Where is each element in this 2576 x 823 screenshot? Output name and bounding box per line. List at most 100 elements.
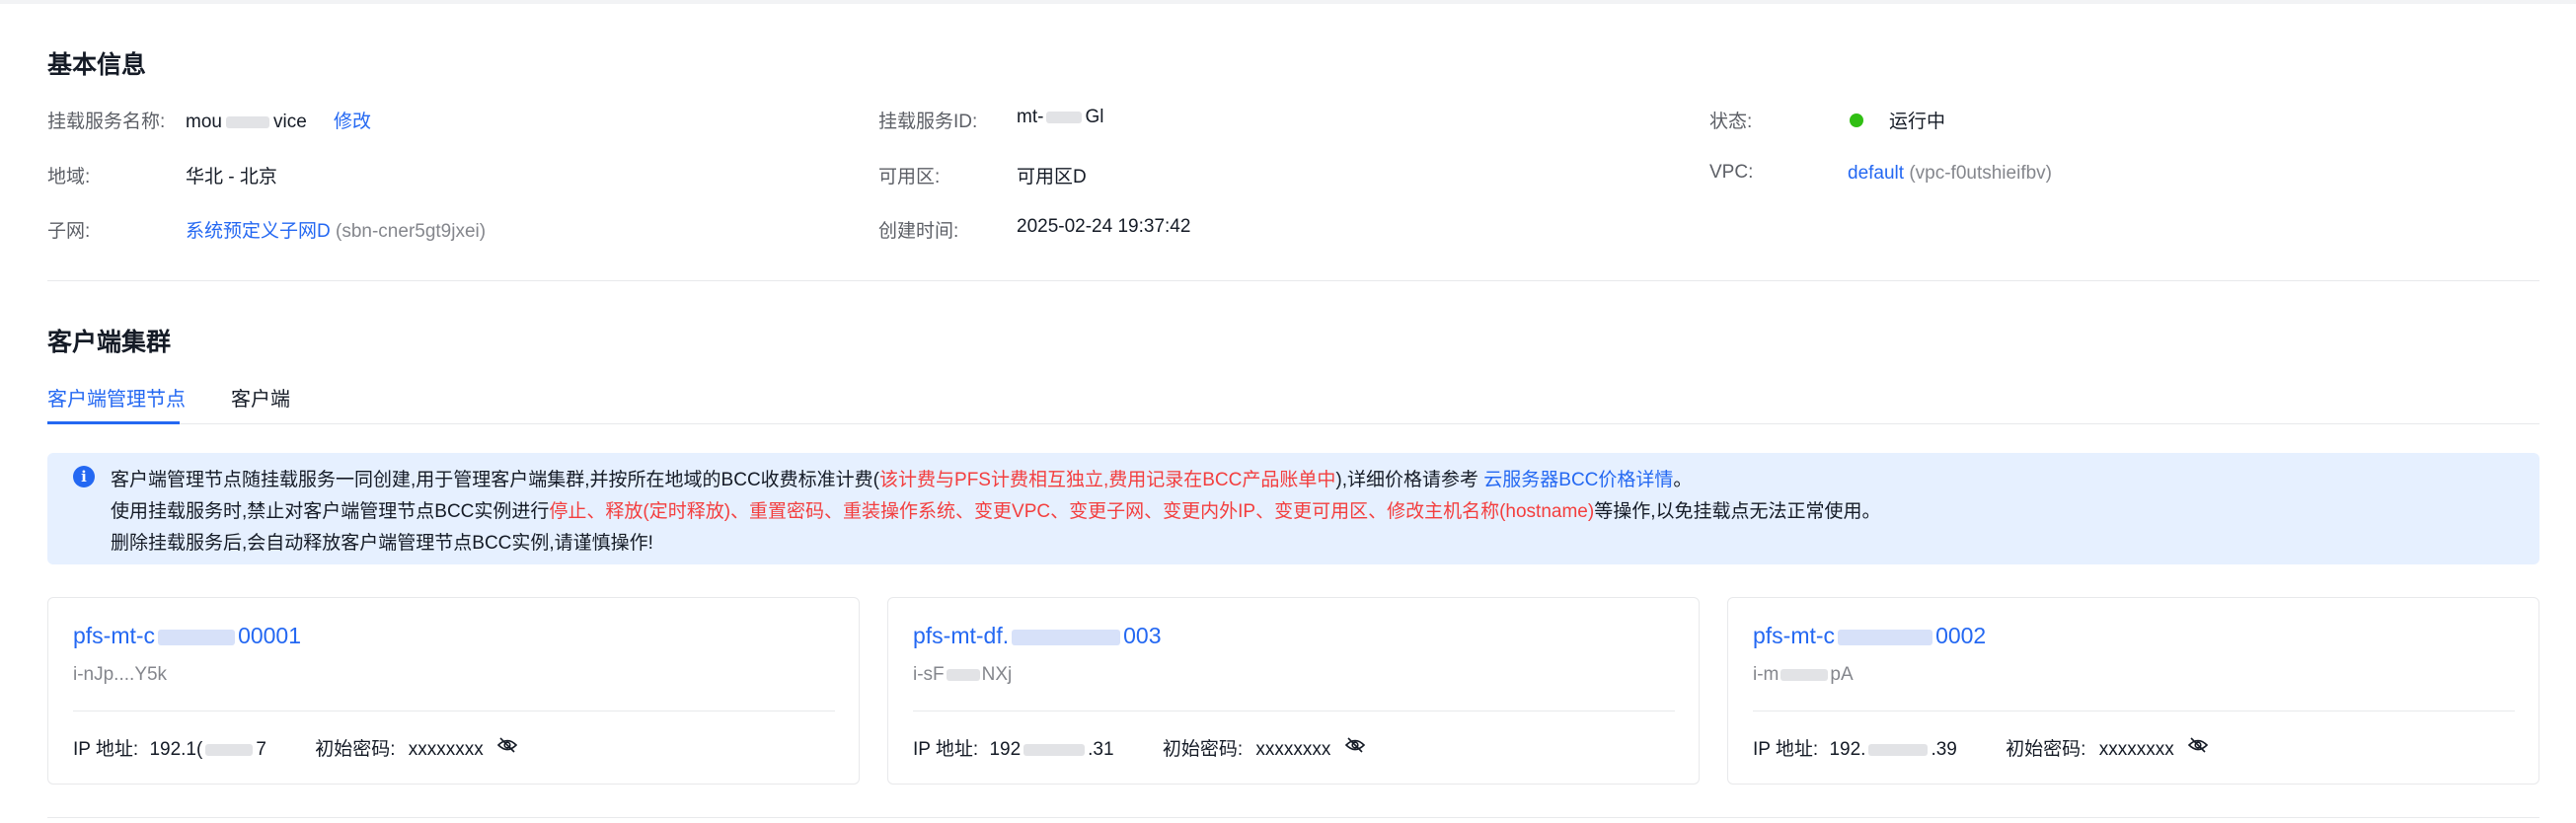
ip-part-a: 192.1(: [149, 739, 203, 760]
status-text: 运行中: [1889, 112, 1946, 132]
node-name-part-b: 00001: [238, 623, 302, 648]
instance-part-a: i-m: [1753, 664, 1780, 685]
edit-name-link[interactable]: 修改: [334, 112, 371, 132]
node-instance-id: i-sF NXj: [913, 664, 1012, 686]
password-label: 初始密码:: [315, 739, 396, 760]
status-running-dot: [1850, 112, 1863, 127]
redaction-mask: [1780, 668, 1829, 681]
tabs-bottom-border: [47, 423, 2539, 424]
instance-part-a: i-nJp....: [73, 664, 135, 685]
ip-label: IP 地址:: [913, 739, 979, 760]
password-value: xxxxxxxx: [1255, 739, 1331, 760]
mount-id-label: 挂载服务ID:: [878, 112, 978, 132]
redaction-mask: [1838, 629, 1933, 645]
info-alert: i 客户端管理节点随挂载服务一同创建,用于管理客户端集群,并按所在地域的BCC收…: [47, 453, 2539, 564]
alert-line-2-text-a: 使用挂载服务时,禁止对客户端管理节点BCC实例进行: [111, 501, 550, 522]
zone-label: 可用区:: [878, 167, 941, 187]
node-name-link[interactable]: pfs-mt-c 0002: [1753, 623, 1986, 649]
alert-line-3: 删除挂载服务后,会自动释放客户端管理节点BCC实例,请谨慎操作!: [111, 533, 653, 554]
subnet-id: (sbn-cner5gt9jxei): [336, 221, 487, 242]
top-border: [0, 0, 2576, 4]
ip-part-a: 192: [989, 739, 1022, 760]
password-value: xxxxxxxx: [408, 739, 484, 760]
mount-id-part-a: mt-: [1017, 107, 1044, 127]
subnet-label: 子网:: [47, 221, 91, 242]
alert-line-2-warning: 停止、释放(定时释放)、重置密码、重装操作系统、变更VPC、变更子网、变更内外I…: [549, 501, 1595, 522]
node-name-part-a: pfs-mt-c: [1753, 623, 1836, 648]
info-icon: i: [73, 466, 95, 487]
redaction-mask: [1012, 629, 1121, 645]
redaction-mask: [225, 115, 269, 128]
section-divider: [47, 280, 2539, 281]
redaction-mask: [946, 668, 980, 681]
zone-value: 可用区D: [1017, 167, 1087, 187]
ip-label: IP 地址:: [1753, 739, 1819, 760]
alert-line-1-text-a: 客户端管理节点随挂载服务一同创建,用于管理客户端集群,并按所在地域的BCC收费标…: [111, 470, 880, 490]
node-name-part-a: pfs-mt-df.: [913, 623, 1010, 648]
instance-part-b: NXj: [981, 664, 1013, 685]
region-label: 地域:: [47, 167, 91, 187]
bcc-price-link[interactable]: 云服务器BCC价格详情: [1483, 470, 1673, 490]
ip-part-a: 192.: [1829, 739, 1866, 760]
status-label: 状态:: [1709, 112, 1753, 132]
active-tab-indicator: [47, 421, 180, 424]
created-time-value: 2025-02-24 19:37:42: [1017, 216, 1191, 237]
redaction-mask: [1023, 743, 1086, 756]
password-value: xxxxxxxx: [2098, 739, 2174, 760]
node-card: pfs-mt-df. 003 i-sF NXj IP 地址: 192 .31 初始密码…: [887, 597, 1700, 785]
node-info-row: IP 地址: 192.1( 7 初始密码: xxxxxxxx: [73, 734, 518, 761]
instance-part-a: i-sF: [913, 664, 945, 685]
redaction-mask: [205, 743, 254, 756]
eye-off-icon[interactable]: [1344, 737, 1366, 759]
alert-line-1-warning: 该计费与PFS计费相互独立,费用记录在BCC产品账单中: [879, 470, 1336, 490]
redaction-mask: [1868, 743, 1929, 756]
alert-line-2-text-b: 等操作,以免挂载点无法正常使用。: [1594, 501, 1881, 522]
mount-id-part-b: Gl: [1085, 107, 1104, 127]
node-name-link[interactable]: pfs-mt-df. 003: [913, 623, 1162, 649]
node-name-link[interactable]: pfs-mt-c 00001: [73, 623, 301, 649]
redaction-mask: [158, 629, 236, 645]
alert-line-1-text-b: ),详细价格请参考: [1335, 470, 1484, 490]
node-name-part-b: 0002: [1935, 623, 1987, 648]
tab-client[interactable]: 客户端: [231, 383, 290, 412]
node-info-row: IP 地址: 192 .31 初始密码: xxxxxxxx: [913, 734, 1366, 761]
mount-name-value: mou vice 修改: [186, 107, 371, 133]
ip-label: IP 地址:: [73, 739, 139, 760]
vpc-link[interactable]: default: [1848, 163, 1904, 184]
alert-line-1-text-c: 。: [1673, 470, 1693, 490]
redaction-mask: [1046, 111, 1083, 123]
subnet-value: 系统预定义子网D (sbn-cner5gt9jxei): [186, 216, 486, 243]
basic-info-title: 基本信息: [47, 51, 147, 79]
node-instance-id: i-m pA: [1753, 664, 1854, 686]
mount-name-part-a: mou: [186, 112, 222, 132]
tab-client-management-node[interactable]: 客户端管理节点: [47, 383, 186, 412]
node-card: pfs-mt-c 0002 i-m pA IP 地址: 192. .39 初始密码: …: [1727, 597, 2539, 785]
mount-name-part-b: vice: [272, 112, 307, 132]
ip-part-b: .39: [1931, 739, 1957, 760]
ip-part-b: .31: [1088, 739, 1114, 760]
ip-part-b: 7: [256, 739, 266, 760]
vpc-id: (vpc-f0utshieifbv): [1909, 163, 2052, 184]
password-label: 初始密码:: [2006, 739, 2086, 760]
node-name-part-b: 003: [1123, 623, 1162, 648]
alert-line-1: 客户端管理节点随挂载服务一同创建,用于管理客户端集群,并按所在地域的BCC收费标…: [111, 465, 1692, 491]
password-label: 初始密码:: [1162, 739, 1244, 760]
bottom-divider: [47, 817, 2539, 818]
vpc-label: VPC:: [1709, 162, 1754, 183]
client-cluster-title: 客户端集群: [47, 329, 172, 356]
eye-off-icon[interactable]: [496, 737, 518, 759]
node-instance-id: i-nJp....Y5k: [73, 664, 167, 686]
created-time-label: 创建时间:: [878, 221, 959, 242]
alert-line-2: 使用挂载服务时,禁止对客户端管理节点BCC实例进行停止、释放(定时释放)、重置密…: [111, 496, 1880, 523]
eye-off-icon[interactable]: [2187, 737, 2209, 759]
mount-name-label: 挂载服务名称:: [47, 112, 166, 132]
status-value: 运行中: [1850, 107, 1945, 133]
region-value: 华北 - 北京: [186, 167, 277, 187]
subnet-link[interactable]: 系统预定义子网D: [186, 221, 331, 242]
instance-part-b: pA: [1830, 664, 1854, 685]
mount-id-value: mt- Gl: [1017, 107, 1103, 128]
vpc-value: default (vpc-f0utshieifbv): [1848, 163, 2052, 185]
instance-part-b: Y5k: [134, 664, 168, 685]
node-info-row: IP 地址: 192. .39 初始密码: xxxxxxxx: [1753, 734, 2209, 761]
node-card: pfs-mt-c 00001 i-nJp....Y5k IP 地址: 192.1(…: [47, 597, 860, 785]
